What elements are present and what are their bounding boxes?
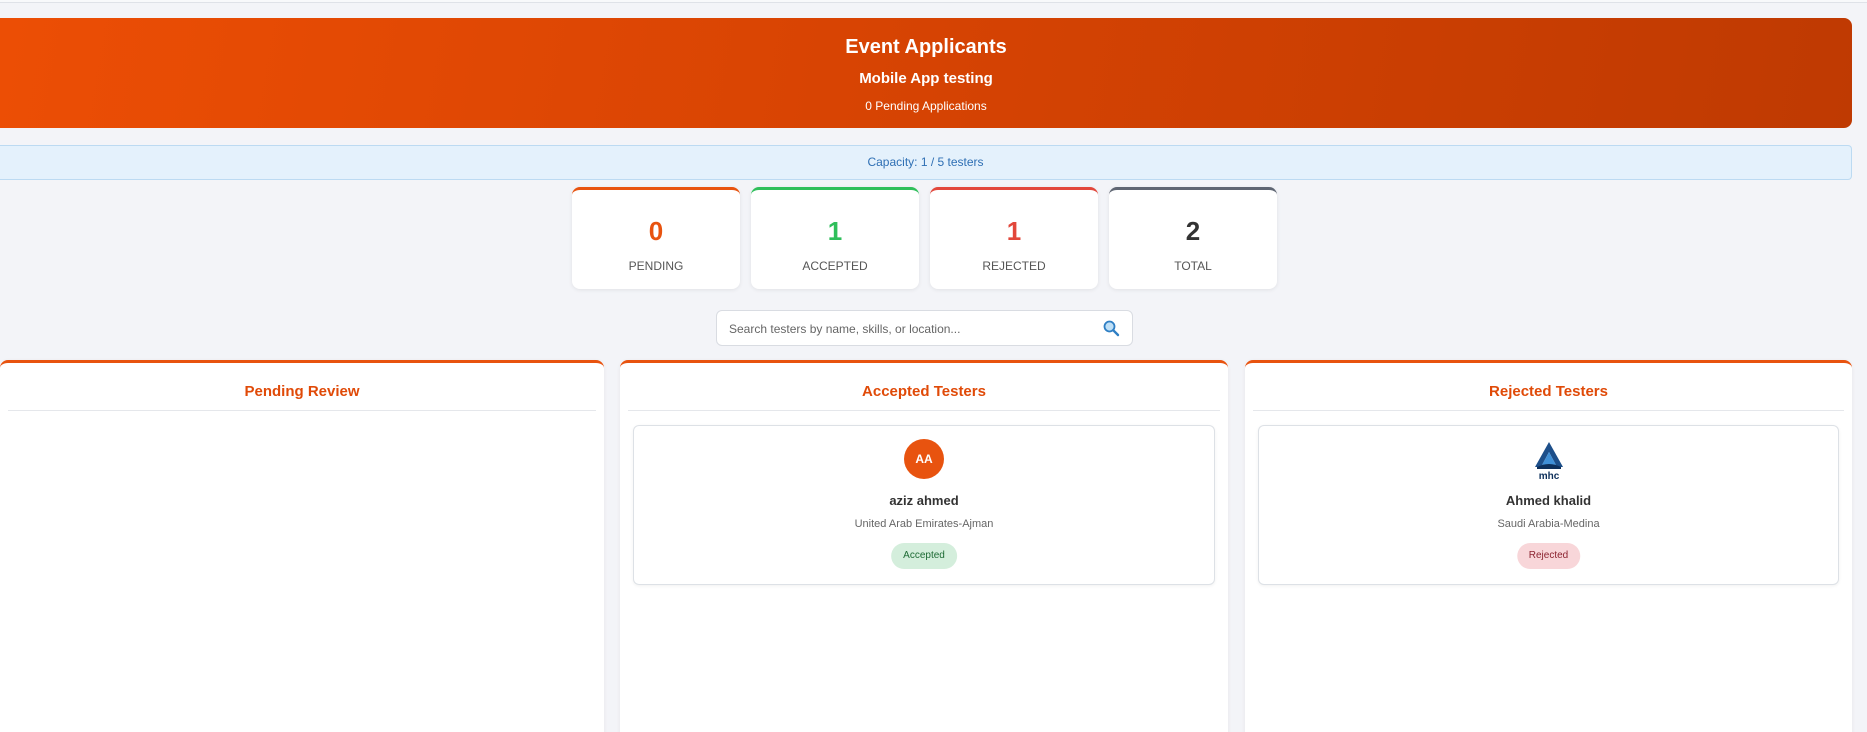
company-logo-icon: mhc <box>1527 438 1570 481</box>
stat-card-pending[interactable]: 0 PENDING <box>572 187 740 289</box>
accepted-column: Accepted Testers AA aziz ahmed United Ar… <box>620 360 1228 732</box>
stat-label-total: TOTAL <box>1174 259 1212 273</box>
stat-label-pending: PENDING <box>628 259 684 273</box>
search-input[interactable] <box>729 319 1089 339</box>
svg-text:mhc: mhc <box>1538 471 1559 481</box>
event-name: Mobile App testing <box>859 70 993 87</box>
stat-value-total: 2 <box>1185 216 1201 246</box>
pending-count-text: 0 Pending Applications <box>865 99 987 113</box>
tester-name: aziz ahmed <box>889 493 959 508</box>
capacity-banner: Capacity: 1 / 5 testers <box>0 145 1852 180</box>
top-bar <box>0 0 1867 3</box>
stat-value-pending: 0 <box>648 216 664 246</box>
status-badge: Accepted <box>891 543 957 569</box>
stat-card-total[interactable]: 2 TOTAL <box>1109 187 1277 289</box>
tester-location: Saudi Arabia-Medina <box>1497 518 1600 530</box>
accepted-column-title: Accepted Testers <box>628 383 1220 411</box>
tester-card[interactable]: AA aziz ahmed United Arab Emirates-Ajman… <box>633 425 1215 585</box>
stat-value-accepted: 1 <box>827 216 843 246</box>
search-box <box>716 310 1133 346</box>
stat-card-accepted[interactable]: 1 ACCEPTED <box>751 187 919 289</box>
page-title: Event Applicants <box>845 36 1007 58</box>
tester-location: United Arab Emirates-Ajman <box>854 518 994 530</box>
rejected-column: Rejected Testers mhc Ahmed khalid Saudi … <box>1245 360 1852 732</box>
avatar: AA <box>904 439 944 479</box>
stat-label-accepted: ACCEPTED <box>802 259 868 273</box>
status-badge: Rejected <box>1516 543 1581 569</box>
tester-name: Ahmed khalid <box>1505 493 1592 508</box>
page-header: Event Applicants Mobile App testing 0 Pe… <box>0 18 1852 128</box>
stat-value-rejected: 1 <box>1006 216 1022 246</box>
rejected-column-title: Rejected Testers <box>1253 383 1844 411</box>
stat-card-rejected[interactable]: 1 REJECTED <box>930 187 1098 289</box>
tester-card[interactable]: mhc Ahmed khalid Saudi Arabia-Medina Rej… <box>1258 425 1839 585</box>
avatar-logo: mhc <box>1526 437 1571 481</box>
pending-column-title: Pending Review <box>8 383 596 411</box>
pending-column: Pending Review <box>0 360 604 732</box>
stat-label-rejected: REJECTED <box>982 259 1046 273</box>
search-icon[interactable] <box>1102 319 1120 337</box>
